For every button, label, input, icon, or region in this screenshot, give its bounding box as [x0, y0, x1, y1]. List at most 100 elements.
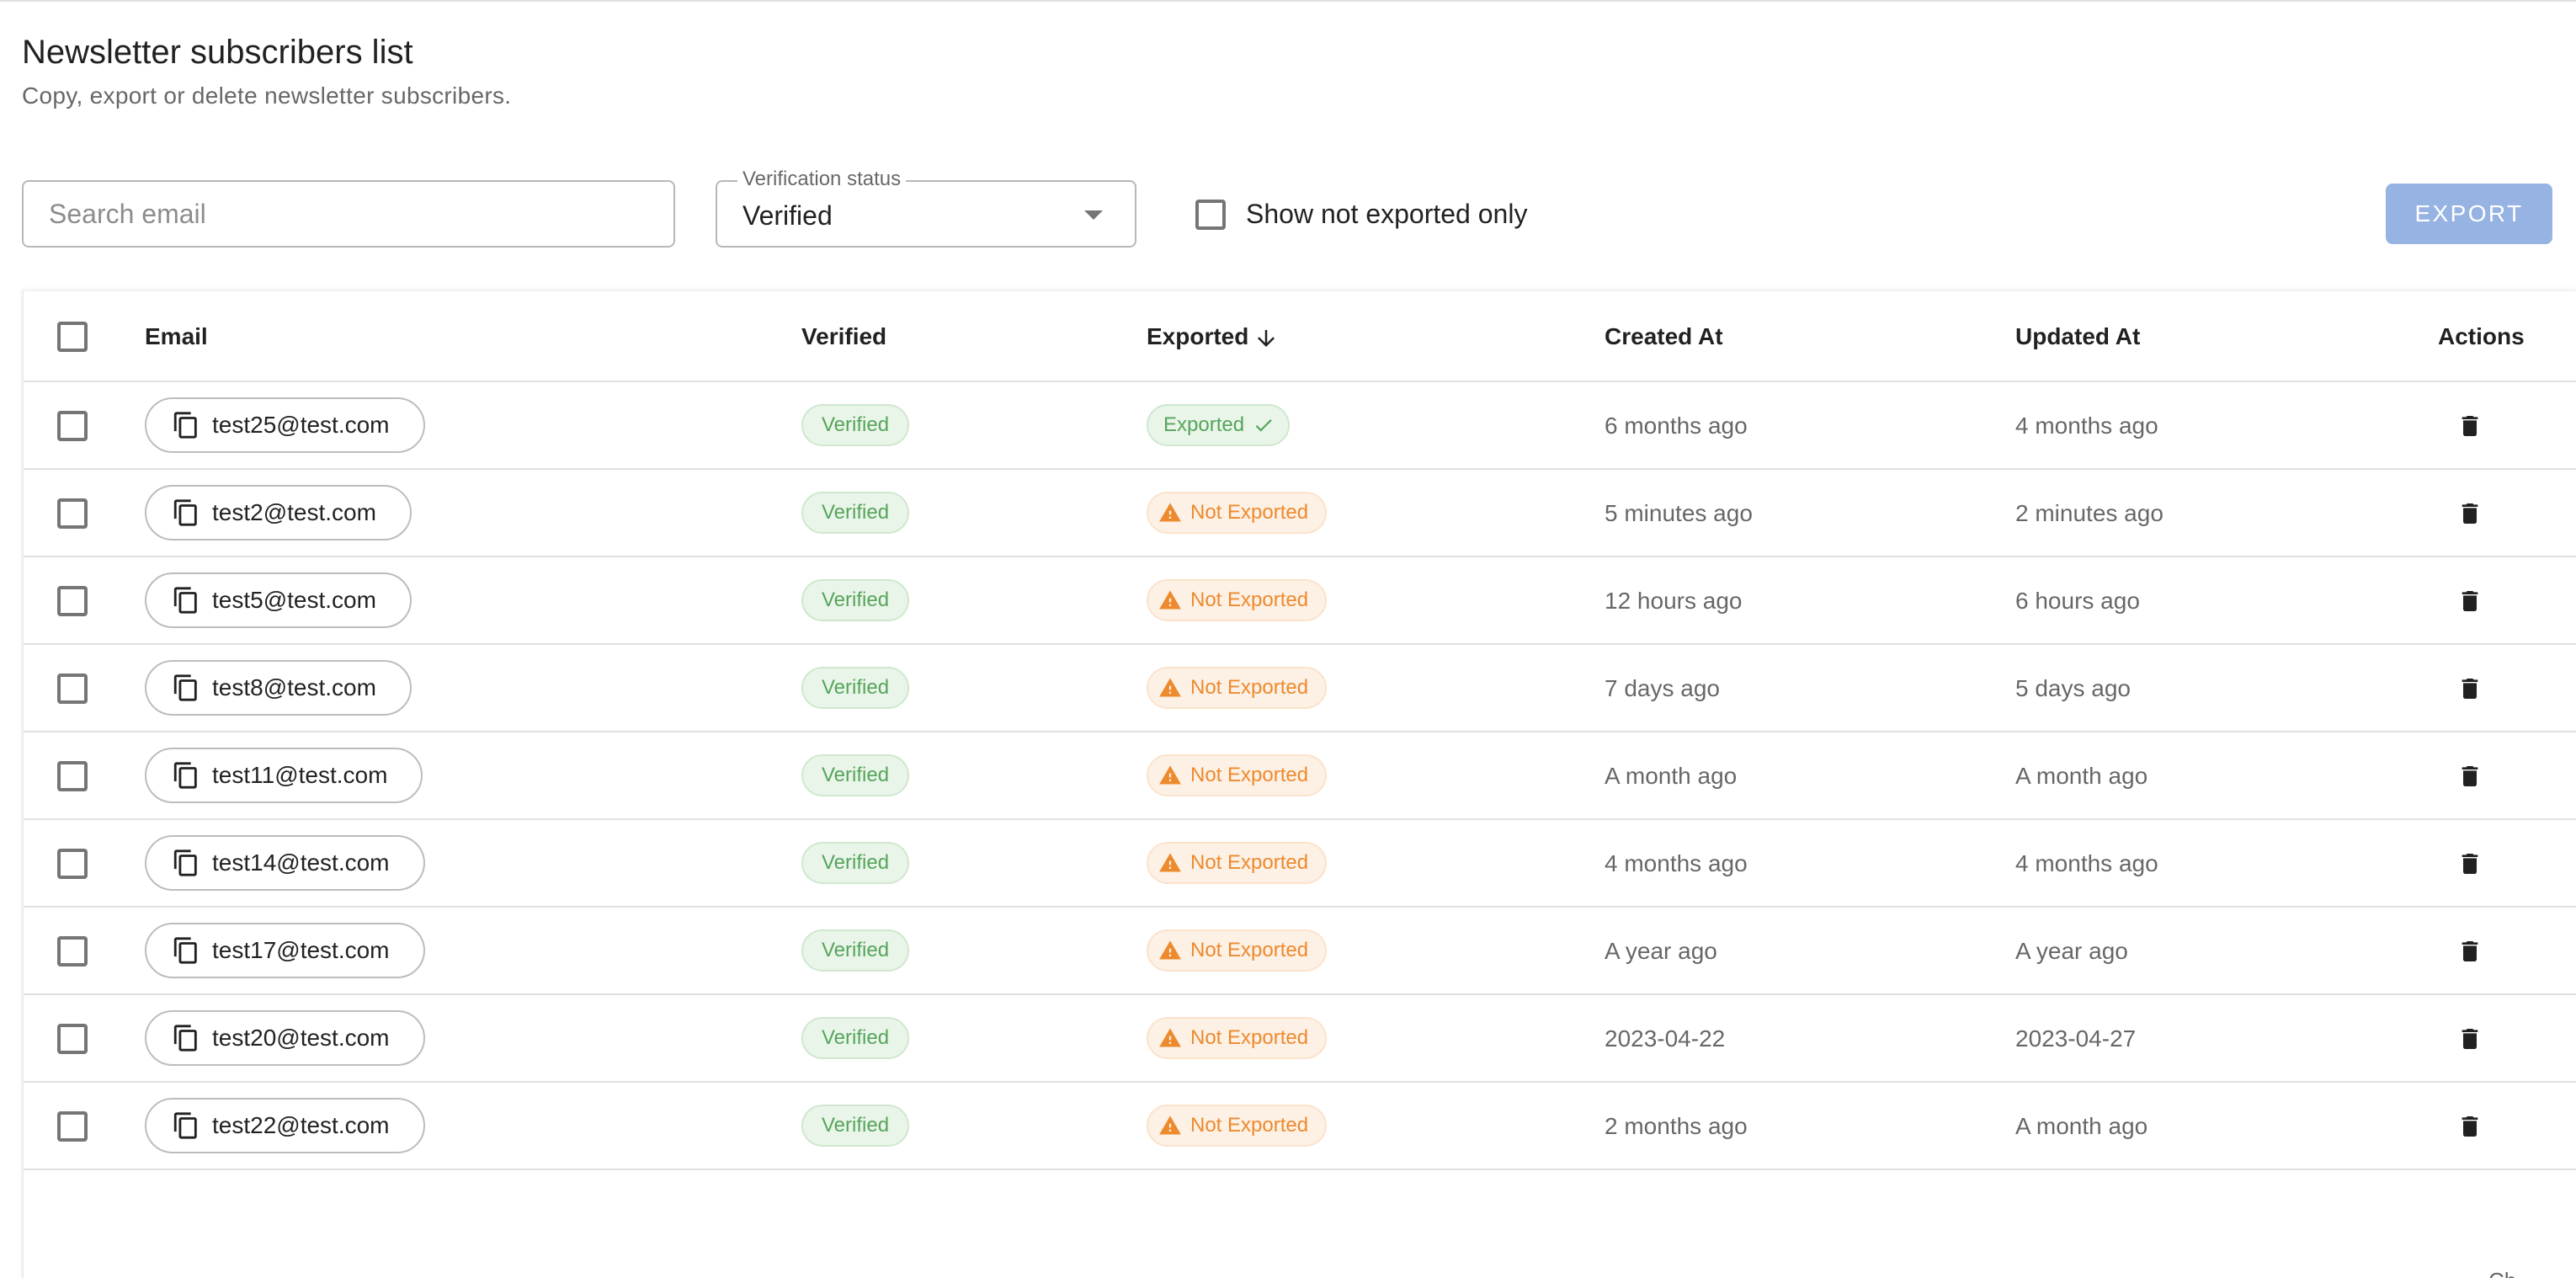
trash-icon [2462, 1116, 2478, 1137]
row-checkbox[interactable] [57, 849, 88, 879]
show-not-exported-label: Show not exported only [1246, 199, 1528, 229]
not-exported-status-chip: Not Exported [1147, 1017, 1328, 1059]
verification-status-label: Verification status [737, 168, 907, 191]
caret-down-icon [1084, 210, 1103, 220]
warning-icon [1159, 1116, 1181, 1135]
row-checkbox[interactable] [57, 411, 88, 441]
warning-icon [1159, 503, 1181, 522]
email-copy-chip[interactable]: test22@test.com [145, 1098, 425, 1153]
email-copy-chip[interactable]: test17@test.com [145, 923, 425, 978]
delete-button[interactable] [2451, 1020, 2488, 1057]
not-exported-status-chip: Not Exported [1147, 842, 1328, 884]
table-row: test17@test.com Verified Not Exported A yea… [24, 908, 2576, 995]
email-text: test8@test.com [212, 674, 376, 700]
created-at-cell: A year ago [1605, 938, 1717, 964]
verified-status-chip: Verified [801, 1017, 910, 1059]
verified-status-chip: Verified [801, 1105, 910, 1147]
row-checkbox[interactable] [57, 674, 88, 704]
table-row: test8@test.com Verified Not Exported 7 days… [24, 645, 2576, 732]
email-copy-chip[interactable]: test20@test.com [145, 1010, 425, 1066]
verification-status-select[interactable]: Verification status Verified [716, 168, 1136, 248]
search-input[interactable] [24, 182, 673, 246]
created-at-cell: 12 hours ago [1605, 588, 1743, 614]
email-copy-chip[interactable]: test11@test.com [145, 748, 423, 803]
email-text: test20@test.com [212, 1025, 390, 1051]
not-exported-status-chip: Not Exported [1147, 754, 1328, 796]
verified-status-chip: Verified [801, 842, 910, 884]
column-header-exported[interactable]: Exported [1147, 323, 1279, 353]
top-divider [0, 0, 2576, 2]
created-at-cell: 7 days ago [1605, 675, 1720, 701]
verified-status-chip: Verified [801, 404, 910, 446]
row-checkbox[interactable] [57, 761, 88, 791]
email-copy-chip[interactable]: test5@test.com [145, 572, 412, 628]
delete-button[interactable] [2451, 845, 2488, 882]
updated-at-cell: 6 hours ago [2015, 588, 2140, 614]
column-header-exported-label: Exported [1147, 323, 1249, 349]
trash-icon [2462, 503, 2478, 524]
updated-at-cell: A month ago [2015, 1113, 2148, 1139]
warning-icon [1159, 678, 1181, 697]
table-row: test25@test.com Verified Exported 6 months … [24, 382, 2576, 470]
copy-icon [173, 1112, 197, 1139]
warning-icon [1159, 1028, 1181, 1047]
email-text: test5@test.com [212, 587, 376, 613]
trash-icon [2462, 1029, 2478, 1049]
row-checkbox[interactable] [57, 498, 88, 529]
column-header-verified[interactable]: Verified [801, 323, 886, 350]
copy-icon [173, 674, 197, 701]
row-checkbox[interactable] [57, 1111, 88, 1142]
row-checkbox[interactable] [57, 936, 88, 966]
created-at-cell: 2023-04-22 [1605, 1025, 1726, 1052]
trash-icon [2462, 766, 2478, 786]
column-header-email[interactable]: Email [145, 323, 208, 350]
email-text: test25@test.com [212, 412, 390, 438]
subscribers-table: Email Verified Exported Created At Updat… [22, 290, 2576, 1278]
column-header-updated-at[interactable]: Updated At [2015, 323, 2140, 350]
email-copy-chip[interactable]: test25@test.com [145, 397, 425, 453]
search-field[interactable] [22, 180, 675, 248]
copy-icon [173, 587, 197, 614]
column-header-created-at[interactable]: Created At [1605, 323, 1723, 350]
exported-status-chip: Exported [1147, 404, 1291, 446]
updated-at-cell: 2023-04-27 [2015, 1025, 2137, 1052]
show-not-exported-checkbox[interactable] [1195, 199, 1226, 230]
delete-button[interactable] [2451, 933, 2488, 970]
not-exported-status-chip: Not Exported [1147, 492, 1328, 534]
email-copy-chip[interactable]: test8@test.com [145, 660, 412, 716]
delete-button[interactable] [2451, 407, 2488, 445]
arrow-down-icon[interactable] [1253, 324, 1279, 353]
row-checkbox[interactable] [57, 586, 88, 616]
verified-status-chip: Verified [801, 579, 910, 621]
footer-fragment: Ch [2488, 1268, 2516, 1278]
select-all-checkbox[interactable] [57, 322, 88, 352]
not-exported-status-chip: Not Exported [1147, 667, 1328, 709]
updated-at-cell: 2 minutes ago [2015, 500, 2164, 526]
table-row: test20@test.com Verified Not Exported 2023-… [24, 995, 2576, 1083]
delete-button[interactable] [2451, 495, 2488, 532]
delete-button[interactable] [2451, 1108, 2488, 1145]
delete-button[interactable] [2451, 670, 2488, 707]
not-exported-status-chip: Not Exported [1147, 1105, 1328, 1147]
delete-button[interactable] [2451, 758, 2488, 795]
warning-icon [1159, 765, 1181, 785]
copy-icon [173, 412, 197, 439]
trash-icon [2462, 854, 2478, 874]
email-text: test11@test.com [212, 762, 388, 788]
copy-icon [173, 849, 197, 876]
delete-button[interactable] [2451, 583, 2488, 620]
export-button[interactable]: EXPORT [2386, 184, 2552, 244]
row-checkbox[interactable] [57, 1024, 88, 1054]
updated-at-cell: 4 months ago [2015, 413, 2158, 439]
table-row: test11@test.com Verified Not Exported A mon… [24, 732, 2576, 820]
email-copy-chip[interactable]: test14@test.com [145, 835, 425, 891]
trash-icon [2462, 416, 2478, 436]
verified-status-chip: Verified [801, 667, 910, 709]
email-copy-chip[interactable]: test2@test.com [145, 485, 412, 540]
warning-icon [1159, 853, 1181, 872]
show-not-exported-toggle[interactable]: Show not exported only [1195, 199, 1527, 230]
table-header: Email Verified Exported Created At Updat… [24, 291, 2576, 382]
email-text: test22@test.com [212, 1112, 390, 1138]
created-at-cell: 6 months ago [1605, 413, 1748, 439]
verified-status-chip: Verified [801, 929, 910, 972]
